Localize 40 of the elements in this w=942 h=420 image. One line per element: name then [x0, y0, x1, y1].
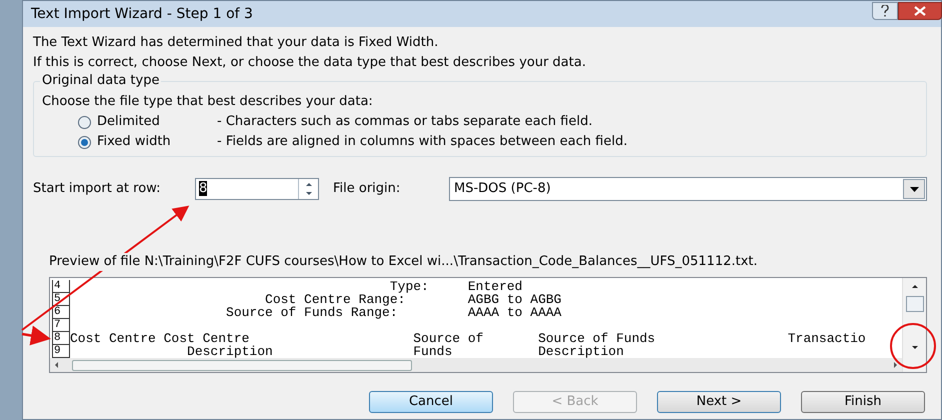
intro-text: If this is correct, choose Next, or choose the data type that best describes your data. — [33, 54, 587, 72]
help-button[interactable] — [872, 2, 898, 20]
file-origin-dropdown[interactable]: MS-DOS (PC-8) — [449, 177, 927, 201]
annotation-circle — [889, 322, 937, 370]
help-icon — [881, 5, 889, 17]
scroll-thumb[interactable] — [72, 360, 412, 370]
preview-line: Cost Centre Cost Centre Source of Source of Funds Transactio — [70, 332, 866, 345]
row-number: 7 — [52, 319, 70, 332]
row-number: 5 — [52, 293, 70, 306]
dialog-button[interactable]: Finish — [801, 391, 925, 413]
intro-text: The Text Wizard has determined that your data is Fixed Width. — [33, 34, 440, 52]
option-description: - Characters such as commas or tabs separate each field. — [217, 113, 592, 132]
file-origin-label: File origin: — [333, 180, 402, 198]
start-row-value: 8 — [199, 181, 208, 196]
scroll-thumb[interactable] — [906, 296, 924, 312]
row-number: 4 — [52, 280, 70, 293]
close-icon — [914, 6, 926, 16]
preview-label: Preview of file N:\Training\F2F CUFS courses\How to Excel wi...\Transaction_Code_Balances__UFS_051112.txt. — [49, 253, 758, 271]
preview-line: Source of Funds Range: AAAA to AAAA — [225, 306, 562, 319]
group-prompt: Choose the file type that best describes your data: — [42, 93, 374, 111]
radio-label[interactable]: Delimited — [97, 112, 217, 132]
row-number: 8 — [52, 332, 70, 345]
horizontal-scrollbar[interactable] — [50, 358, 902, 372]
radio-button[interactable] — [78, 136, 91, 148]
window-title: Text Import Wizard - Step 1 of 3 — [31, 4, 254, 24]
radio-label[interactable]: Fixed width — [97, 132, 217, 152]
option-description: - Fields are aligned in columns with spaces between each field. — [217, 133, 628, 152]
start-row-label: Start import at row: — [33, 180, 162, 198]
dialog-button[interactable]: Cancel — [369, 391, 493, 413]
close-button[interactable] — [898, 2, 942, 20]
vertical-scrollbar[interactable] — [902, 278, 926, 372]
radio-button[interactable] — [78, 116, 91, 128]
preview-line: Type: Entered — [388, 280, 522, 293]
preview-line: Cost Centre Range: AGBG to AGBG — [264, 293, 562, 306]
dialog-button[interactable]: Next > — [657, 391, 781, 413]
row-number: 6 — [52, 306, 70, 319]
preview-line: Description Funds Description — [186, 345, 624, 358]
group-legend: Original data type — [40, 73, 162, 89]
start-row-spinner[interactable]: 8 — [195, 178, 319, 200]
dropdown-arrow-icon — [910, 186, 918, 192]
